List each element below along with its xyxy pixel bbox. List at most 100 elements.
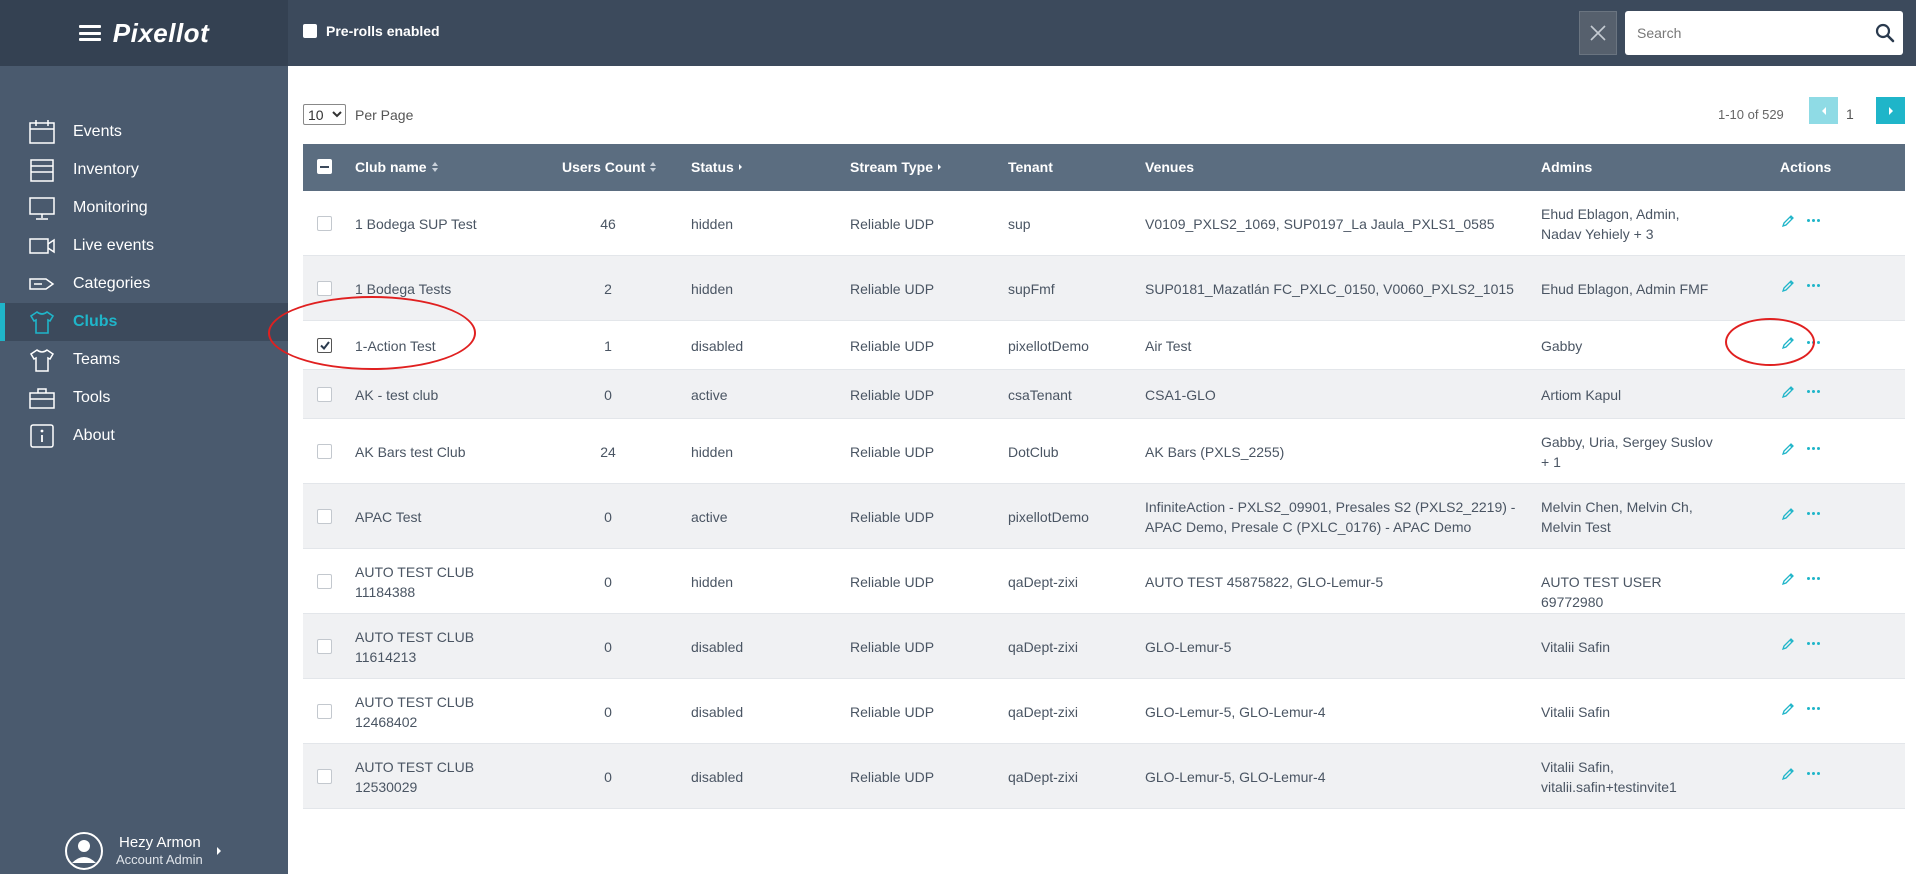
row-actions: [1781, 442, 1820, 456]
cell-club-name[interactable]: APAC Test: [355, 507, 510, 527]
column-status[interactable]: Status: [691, 159, 743, 175]
user-role: Account Admin: [116, 852, 203, 867]
table-row[interactable]: AK Bars test Club 24 hidden Reliable UDP Dot…: [303, 419, 1905, 484]
sidebar-item-events[interactable]: Events: [0, 113, 288, 151]
table-row[interactable]: 1 Bodega Tests 2 hidden Reliable UDP supFmf S…: [303, 256, 1905, 321]
table-row[interactable]: 1 Bodega SUP Test 46 hidden Reliable UDP sup…: [303, 191, 1905, 256]
cell-admins: Vitalii Safin: [1541, 704, 1611, 720]
edit-pencil-icon[interactable]: [1781, 702, 1795, 716]
cell-stream-type: Reliable UDP: [850, 281, 935, 297]
cell-stream-type: Reliable UDP: [850, 574, 935, 590]
edit-pencil-icon[interactable]: [1781, 279, 1795, 293]
more-options-icon[interactable]: [1807, 642, 1820, 645]
caret-right-icon: [938, 164, 941, 170]
preroll-toggle[interactable]: Pre-rolls enabled: [303, 23, 440, 39]
cell-club-name[interactable]: AK - test club: [355, 385, 510, 405]
row-checkbox[interactable]: [317, 768, 332, 784]
row-checkbox[interactable]: [317, 703, 332, 719]
table-row[interactable]: AUTO TEST CLUB 11184388 0 hidden Reliable U…: [303, 549, 1905, 614]
sidebar-item-inventory[interactable]: Inventory: [0, 151, 288, 189]
cell-venues: AK Bars (PXLS_2255): [1145, 444, 1285, 460]
edit-pencil-icon[interactable]: [1781, 767, 1795, 781]
menu-icon[interactable]: [78, 25, 101, 41]
clear-search-button[interactable]: [1579, 11, 1617, 55]
cell-tenant: pixellotDemo: [1008, 338, 1089, 354]
search-icon[interactable]: [1875, 23, 1895, 43]
edit-pencil-icon[interactable]: [1781, 507, 1795, 521]
inventory-box-icon: [30, 159, 54, 182]
cell-users-count: 0: [604, 704, 612, 720]
table-body: 1 Bodega SUP Test 46 hidden Reliable UDP sup…: [303, 191, 1905, 809]
cell-club-name[interactable]: AUTO TEST CLUB 11614213: [355, 627, 510, 667]
edit-pencil-icon[interactable]: [1781, 572, 1795, 586]
search-input[interactable]: [1637, 25, 1875, 41]
sidebar-item-clubs[interactable]: Clubs: [0, 303, 288, 341]
row-checkbox[interactable]: [317, 443, 332, 459]
cell-club-name[interactable]: AUTO TEST CLUB 12468402: [355, 692, 510, 732]
user-menu[interactable]: Hezy Armon Account Admin: [64, 825, 288, 871]
cell-admins: Artiom Kapul: [1541, 387, 1622, 403]
edit-pencil-icon[interactable]: [1781, 214, 1795, 228]
table-row[interactable]: AUTO TEST CLUB 12468402 0 disabled Reliable…: [303, 679, 1905, 744]
sidebar-item-monitoring[interactable]: Monitoring: [0, 189, 288, 227]
cell-users-count: 0: [604, 639, 612, 655]
edit-pencil-icon[interactable]: [1781, 385, 1795, 399]
current-page[interactable]: 1: [1846, 106, 1854, 122]
row-checkbox[interactable]: [317, 508, 332, 524]
table-row[interactable]: 1-Action Test 1 disabled Reliable UDP pixell…: [303, 321, 1905, 370]
preroll-checkbox[interactable]: [303, 24, 317, 38]
cell-club-name[interactable]: AK Bars test Club: [355, 442, 510, 462]
more-options-icon[interactable]: [1807, 447, 1820, 450]
cell-status: disabled: [691, 639, 744, 655]
top-bar: Pixellot Pre-rolls enabled: [0, 0, 1916, 66]
row-checkbox[interactable]: [317, 280, 332, 296]
edit-pencil-icon[interactable]: [1781, 442, 1795, 456]
sidebar-item-about[interactable]: About: [0, 417, 288, 455]
sidebar-item-live-events[interactable]: Live events: [0, 227, 288, 265]
row-checkbox[interactable]: [317, 215, 332, 231]
sidebar-item-teams[interactable]: Teams: [0, 341, 288, 379]
row-checkbox[interactable]: [317, 638, 332, 654]
more-options-icon[interactable]: [1807, 284, 1820, 287]
row-actions: [1781, 214, 1820, 228]
more-options-icon[interactable]: [1807, 219, 1820, 222]
shirt-icon: [29, 311, 55, 334]
column-club-name[interactable]: Club name: [355, 159, 439, 175]
more-options-icon[interactable]: [1807, 577, 1820, 580]
column-stream-type[interactable]: Stream Type: [850, 159, 942, 175]
table-row[interactable]: AK - test club 0 active Reliable UDP csaTena…: [303, 370, 1905, 419]
more-options-icon[interactable]: [1807, 390, 1820, 393]
sidebar-item-label: Teams: [73, 351, 121, 368]
caret-right-icon: [738, 164, 742, 170]
per-page-select[interactable]: 10: [303, 104, 346, 125]
cell-tenant: qaDept-zixi: [1008, 639, 1079, 655]
cell-venues: AUTO TEST 45875822, GLO-Lemur-5: [1145, 574, 1384, 590]
sidebar-item-label: Inventory: [73, 161, 139, 178]
more-options-icon[interactable]: [1807, 512, 1820, 515]
user-name: Hezy Armon: [119, 834, 201, 851]
sidebar-item-categories[interactable]: Categories: [0, 265, 288, 303]
cell-stream-type: Reliable UDP: [850, 444, 935, 460]
table-row[interactable]: APAC Test 0 active Reliable UDP pixellotDemo…: [303, 484, 1905, 549]
row-actions: [1781, 385, 1820, 399]
table-row[interactable]: AUTO TEST CLUB 12530029 0 disabled Reliable…: [303, 744, 1905, 809]
logo[interactable]: Pixellot: [113, 18, 209, 49]
more-options-icon[interactable]: [1807, 707, 1820, 710]
cell-club-name[interactable]: 1 Bodega SUP Test: [355, 214, 510, 234]
more-options-icon[interactable]: [1807, 772, 1820, 775]
cell-admins: Vitalii Safin, vitalii.safin+testinvite1: [1541, 759, 1677, 795]
select-all-checkbox[interactable]: [317, 159, 332, 174]
row-checkbox[interactable]: [317, 573, 332, 589]
sidebar-item-label: Monitoring: [73, 199, 148, 216]
column-users-count[interactable]: Users Count: [562, 159, 657, 175]
sidebar-item-tools[interactable]: Tools: [0, 379, 288, 417]
cell-club-name[interactable]: AUTO TEST CLUB 11184388: [355, 562, 510, 602]
row-checkbox[interactable]: [317, 386, 332, 402]
edit-pencil-icon[interactable]: [1781, 637, 1795, 651]
annotation-circle-edit: [1725, 318, 1815, 366]
table-row[interactable]: AUTO TEST CLUB 11614213 0 disabled Reliable…: [303, 614, 1905, 679]
cell-club-name[interactable]: AUTO TEST CLUB 12530029: [355, 757, 510, 797]
prev-page-button[interactable]: [1809, 97, 1838, 124]
row-actions: [1781, 507, 1820, 521]
next-page-button[interactable]: [1876, 97, 1905, 124]
